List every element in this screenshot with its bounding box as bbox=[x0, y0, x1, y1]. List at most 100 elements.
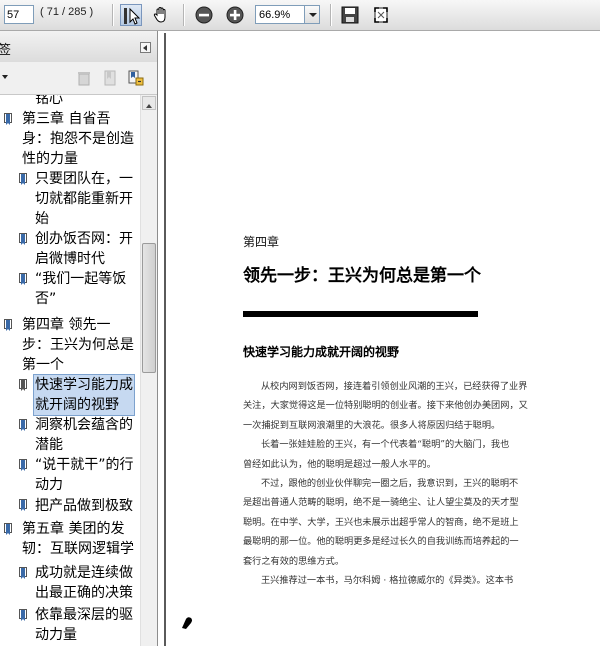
fit-window-button[interactable] bbox=[370, 4, 392, 26]
bookmark-line: 第四章 领先一 bbox=[22, 317, 111, 333]
text-line: 从校内网到饭否网，接连着引领创业风潮的王兴，已经获得了业界 bbox=[261, 381, 528, 392]
bookmark-item[interactable]: 第四章 领先一 步：王兴为何总是 第一个 bbox=[22, 315, 134, 375]
bookmark-icon bbox=[4, 319, 13, 332]
zoom-dropdown-button[interactable] bbox=[304, 5, 320, 24]
panel-toolbar bbox=[0, 62, 157, 95]
select-arrow-icon bbox=[124, 7, 141, 25]
delete-bookmark-icon[interactable] bbox=[75, 69, 93, 87]
bookmark-line: 始 bbox=[35, 211, 49, 227]
bookmark-line: 第三章 自省吾 bbox=[22, 111, 111, 127]
save-icon bbox=[341, 6, 359, 24]
options-dropdown-icon[interactable] bbox=[2, 75, 8, 79]
bookmark-line: 步：王兴为何总是 bbox=[22, 337, 134, 353]
bookmark-item[interactable]: 依靠最深层的驱 动力量 bbox=[35, 605, 133, 645]
bookmark-line: 把产品做到极致 bbox=[35, 498, 133, 514]
new-bookmark-icon[interactable] bbox=[101, 69, 119, 87]
bookmark-line: 只要团队在，一 bbox=[35, 171, 133, 187]
bookmark-icon bbox=[19, 233, 28, 246]
page-edge bbox=[164, 33, 166, 646]
bookmark-item[interactable]: 铭心 bbox=[35, 95, 63, 109]
bookmark-line: 动力 bbox=[35, 477, 63, 493]
bookmark-line: 第五章 美团的发 bbox=[22, 521, 125, 537]
bookmark-line: 出最正确的决策 bbox=[35, 585, 133, 601]
bookmark-line: 动力量 bbox=[35, 627, 77, 643]
bookmark-icon bbox=[4, 113, 13, 126]
text-line: 长着一张娃娃脸的王兴，有一个代表着“聪明”的大脑门，我也 bbox=[261, 439, 510, 451]
bookmark-line: 创办饭否网：开 bbox=[35, 231, 133, 247]
document-viewer[interactable]: 第四章 领先一步：王兴为何总是第一个 快速学习能力成就开阔的视野 从校内网到饭否… bbox=[158, 31, 600, 646]
bookmark-item[interactable]: 第五章 美团的发 轫：互联网逻辑学 bbox=[22, 519, 134, 559]
scroll-up-button[interactable] bbox=[142, 96, 156, 110]
bookmark-line: 第一个 bbox=[22, 357, 64, 373]
bookmark-item[interactable]: 创办饭否网：开 启微博时代 bbox=[35, 229, 133, 269]
chapter-title: 领先一步：王兴为何总是第一个 bbox=[243, 266, 481, 286]
bookmark-icon bbox=[19, 419, 28, 432]
bookmark-line: “说干就干”的行 bbox=[35, 457, 134, 473]
bookmark-line: 轫：互联网逻辑学 bbox=[22, 541, 134, 557]
bookmark-line: 依靠最深层的驱 bbox=[35, 607, 133, 623]
bookmark-line: 身：抱怨不是创造 bbox=[22, 131, 134, 147]
save-button[interactable] bbox=[339, 4, 361, 26]
hand-tool-button[interactable] bbox=[150, 4, 172, 26]
bookmark-line: 启微博时代 bbox=[35, 251, 105, 267]
chevron-up-icon bbox=[146, 104, 152, 108]
bookmark-item-selected[interactable]: 快速学习能力成 就开阔的视野 bbox=[33, 374, 135, 416]
hand-icon bbox=[153, 6, 166, 23]
text-line: 套行之有效的思维方式。 bbox=[243, 555, 345, 567]
toolbar-separator bbox=[330, 4, 332, 26]
bookmark-icon bbox=[19, 173, 28, 186]
body-text: 从校内网到饭否网，接连着引领创业风潮的王兴，已经获得了业界 关注，大家觉得这是一… bbox=[243, 377, 558, 590]
bookmark-item[interactable]: “我们一起等饭 否” bbox=[35, 269, 126, 309]
text-line: 王兴推荐过一本书，马尔科姆 · 格拉德威尔的《异类》。这本书 bbox=[261, 575, 514, 587]
collapse-panel-button[interactable] bbox=[140, 42, 151, 53]
bookmark-line: 否” bbox=[35, 291, 57, 307]
text-line: 一次捕捉到互联网浪潮里的大浪花。很多人将原因归结于聪明。 bbox=[243, 419, 501, 431]
bookmark-item[interactable]: 只要团队在，一 切就都能重新开 始 bbox=[35, 169, 133, 229]
bookmark-item[interactable]: “说干就干”的行 动力 bbox=[35, 455, 134, 495]
bookmark-item[interactable]: 第三章 自省吾 身：抱怨不是创造 性的力量 bbox=[22, 109, 134, 169]
zoom-level-field[interactable]: 66.9% bbox=[255, 5, 305, 24]
toolbar: 57 ( 71 / 285 ) 66.9% bbox=[0, 0, 600, 31]
expand-bookmark-icon[interactable] bbox=[127, 69, 145, 87]
zoom-in-button[interactable] bbox=[224, 4, 246, 26]
bookmark-line: “我们一起等饭 bbox=[35, 271, 127, 287]
bookmark-icon bbox=[19, 499, 28, 512]
bookmark-item[interactable]: 把产品做到极致 bbox=[35, 496, 133, 516]
bookmark-item[interactable]: 洞察机会蕴含的 潜能 bbox=[35, 415, 133, 455]
bookmark-icon bbox=[4, 523, 13, 536]
toolbar-separator bbox=[112, 4, 114, 26]
zoom-in-icon bbox=[226, 6, 244, 24]
bookmark-line: 成功就是连续做 bbox=[35, 565, 133, 581]
text-line: 聪明。在中学、大学，王兴也未展示出超乎常人的智商，绝不是班上 bbox=[243, 516, 519, 528]
text-line: 关注，大家觉得这是一位特别聪明的创业者。接下来他创办美团网，又 bbox=[243, 400, 528, 412]
hand-cursor-icon bbox=[182, 617, 192, 629]
text-line: 不过，跟他的创业伙伴聊完一圈之后，我意识到，王兴的聪明不 bbox=[261, 478, 519, 490]
bookmark-item[interactable]: 成功就是连续做 出最正确的决策 bbox=[35, 563, 133, 603]
page-number-input[interactable]: 57 bbox=[4, 5, 34, 24]
toolbar-separator bbox=[183, 4, 185, 26]
text-line: 曾经如此认为，他的聪明是超过一般人水平的。 bbox=[243, 458, 436, 470]
bookmark-line: 快速学习能力成 bbox=[35, 377, 133, 393]
bookmark-line: 洞察机会蕴含的 bbox=[35, 417, 133, 433]
bookmark-tree: 铭心 第三章 自省吾 身：抱怨不是创造 性的力量 只要团队在，一 切就都能重新开… bbox=[0, 95, 140, 646]
zoom-out-icon bbox=[195, 6, 213, 24]
scroll-thumb[interactable] bbox=[142, 243, 156, 373]
chapter-rule bbox=[243, 311, 478, 317]
fit-window-icon bbox=[374, 7, 388, 23]
bookmark-icon bbox=[19, 609, 28, 622]
panel-header: 签 bbox=[0, 31, 157, 63]
bookmark-icon bbox=[19, 459, 28, 472]
bookmarks-panel: 签 铭心 第三章 自省吾 身：抱怨不是创造 性的力量 只要团队在，一 切就都能重… bbox=[0, 31, 158, 646]
chapter-number: 第四章 bbox=[243, 235, 280, 249]
bookmark-icon bbox=[19, 379, 28, 392]
zoom-out-button[interactable] bbox=[193, 4, 215, 26]
bookmark-line: 性的力量 bbox=[22, 151, 78, 167]
bookmark-icon bbox=[19, 273, 28, 286]
select-tool-button[interactable] bbox=[120, 4, 142, 26]
page-count: ( 71 / 285 ) bbox=[40, 6, 94, 18]
bookmark-line: 切就都能重新开 bbox=[35, 191, 133, 207]
text-line: 最聪明的那一位。他的聪明更多是经过长久的自我训练而培养起的一 bbox=[243, 536, 519, 548]
bookmark-line: 就开阔的视野 bbox=[35, 397, 119, 413]
bookmark-scrollbar[interactable] bbox=[140, 95, 157, 646]
bookmark-line: 潜能 bbox=[35, 437, 63, 453]
